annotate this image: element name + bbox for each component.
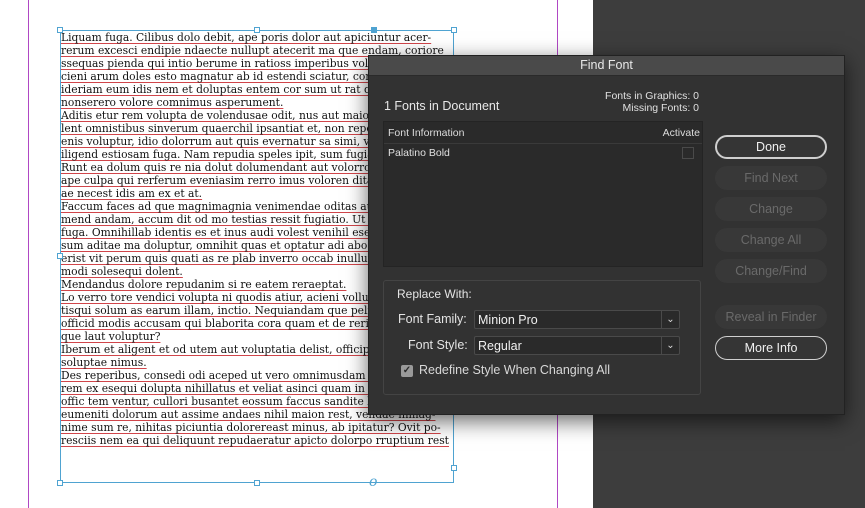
- frame-handle-middle-left[interactable]: [57, 253, 63, 259]
- fonts-in-document-label: 1 Fonts in Document: [384, 99, 500, 113]
- frame-handle-bottom-center[interactable]: [254, 480, 260, 486]
- overset-text-marker[interactable]: o: [369, 474, 377, 490]
- change-find-button[interactable]: Change/Find: [715, 259, 827, 283]
- replace-with-group: Replace With: Font Family: Minion Pro ⌄ …: [383, 280, 701, 395]
- redefine-style-checkbox[interactable]: ✓: [401, 365, 413, 377]
- font-family-value: Minion Pro: [478, 313, 538, 327]
- body-text-line[interactable]: resciis nem ea qui deliquunt repudaeratu…: [61, 434, 453, 447]
- font-stats: Fonts in Graphics: 0 Missing Fonts: 0: [605, 90, 699, 114]
- font-style-label: Font Style:: [408, 338, 468, 352]
- in-port[interactable]: [371, 27, 377, 33]
- change-button[interactable]: Change: [715, 197, 827, 221]
- activate-checkbox[interactable]: [682, 147, 694, 159]
- font-list-table[interactable]: Font Information Activate Palatino Bold: [383, 121, 703, 267]
- frame-handle-top-left[interactable]: [57, 27, 63, 33]
- reveal-in-finder-button[interactable]: Reveal in Finder: [715, 305, 827, 329]
- frame-handle-top-right[interactable]: [451, 27, 457, 33]
- frame-handle-top-center[interactable]: [254, 27, 260, 33]
- body-text-line[interactable]: nime sum re, nihitas piciuntia dolorerea…: [61, 421, 453, 434]
- font-family-label: Font Family:: [398, 312, 467, 326]
- column-header-font-information: Font Information: [388, 127, 465, 139]
- font-style-value: Regular: [478, 339, 522, 353]
- column-header-activate: Activate: [662, 127, 700, 139]
- font-style-select[interactable]: Regular ⌄: [474, 336, 680, 355]
- header-divider: [384, 143, 702, 144]
- replace-with-title: Replace With:: [397, 287, 472, 301]
- change-all-button[interactable]: Change All: [715, 228, 827, 252]
- chevron-down-icon: ⌄: [661, 311, 679, 328]
- font-row-name[interactable]: Palatino Bold: [388, 147, 450, 159]
- pasteboard-left: [0, 0, 28, 508]
- frame-handle-bottom-right[interactable]: [451, 465, 457, 471]
- dialog-title: Find Font: [369, 56, 844, 76]
- chevron-down-icon: ⌄: [661, 337, 679, 354]
- font-family-select[interactable]: Minion Pro ⌄: [474, 310, 680, 329]
- done-button[interactable]: Done: [715, 135, 827, 159]
- redefine-style-label[interactable]: Redefine Style When Changing All: [419, 363, 610, 377]
- fonts-in-graphics: Fonts in Graphics: 0: [605, 90, 699, 102]
- more-info-button[interactable]: More Info: [715, 336, 827, 360]
- missing-fonts: Missing Fonts: 0: [622, 101, 699, 114]
- find-font-dialog: Find Font 1 Fonts in Document Fonts in G…: [368, 55, 845, 415]
- find-next-button[interactable]: Find Next: [715, 166, 827, 190]
- frame-handle-bottom-left[interactable]: [57, 480, 63, 486]
